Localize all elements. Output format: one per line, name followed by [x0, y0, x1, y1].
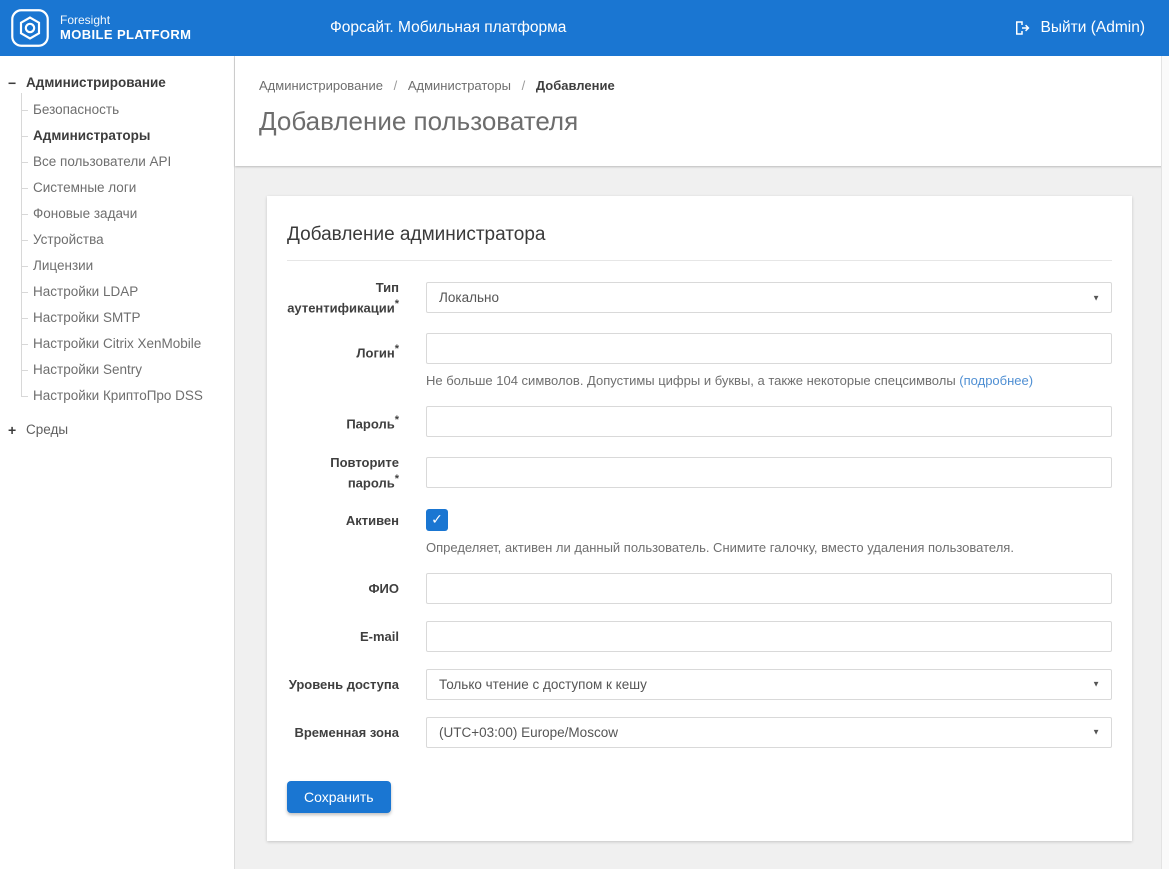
- active-checkbox[interactable]: ✓: [426, 509, 448, 531]
- sidebar-item-api-users[interactable]: Все пользователи API: [0, 149, 234, 175]
- required-asterisk: *: [395, 343, 399, 355]
- chevron-down-icon: ▼: [1092, 680, 1100, 689]
- sidebar-item-cryptopro-dss-settings[interactable]: Настройки КриптоПро DSS: [0, 383, 234, 409]
- field-row-full-name: ФИО: [287, 573, 1112, 604]
- required-asterisk: *: [395, 298, 399, 310]
- sidebar-item-system-logs[interactable]: Системные логи: [0, 175, 234, 201]
- full-name-label: ФИО: [287, 580, 399, 597]
- add-admin-card: Добавление администратора Тип аутентифик…: [267, 196, 1132, 841]
- chevron-down-icon: ▼: [1092, 293, 1100, 302]
- auth-type-value: Локально: [439, 290, 499, 305]
- password-label: Пароль*: [287, 412, 399, 432]
- email-input[interactable]: [426, 621, 1112, 652]
- sidebar-item-sentry-settings[interactable]: Настройки Sentry: [0, 357, 234, 383]
- main-content: Администрирование / Администраторы / Доб…: [235, 56, 1169, 869]
- app-header: Foresight MOBILE PLATFORM Форсайт. Мобил…: [0, 0, 1169, 56]
- vertical-scrollbar[interactable]: [1161, 56, 1169, 869]
- access-level-label: Уровень доступа: [287, 676, 399, 693]
- breadcrumb: Администрирование / Администраторы / Доб…: [259, 78, 1169, 93]
- breadcrumb-separator: /: [387, 78, 405, 93]
- sign-out-icon: [1013, 19, 1031, 37]
- sidebar-item-background-tasks[interactable]: Фоновые задачи: [0, 201, 234, 227]
- field-row-timezone: Временная зона (UTC+03:00) Europe/Moscow…: [287, 717, 1112, 748]
- field-row-active: Активен ✓ Определяет, активен ли данный …: [287, 509, 1112, 556]
- access-level-value: Только чтение с доступом к кешу: [439, 677, 647, 692]
- app-title: Форсайт. Мобильная платформа: [330, 19, 566, 37]
- checkmark-icon: ✓: [431, 511, 443, 528]
- field-row-auth-type: Тип аутентификации* Локально ▼: [287, 279, 1112, 316]
- active-help: Определяет, активен ли данный пользовате…: [426, 539, 1112, 556]
- foresight-logo-icon: [10, 8, 50, 48]
- required-asterisk: *: [395, 414, 399, 426]
- required-asterisk: *: [395, 473, 399, 485]
- sidebar-section-label: Среды: [26, 417, 68, 443]
- sidebar-item-security[interactable]: Безопасность: [0, 97, 234, 123]
- sidebar-item-ldap-settings[interactable]: Настройки LDAP: [0, 279, 234, 305]
- card-title: Добавление администратора: [287, 216, 1112, 261]
- breadcrumb-administrators[interactable]: Администраторы: [408, 78, 511, 93]
- timezone-label: Временная зона: [287, 724, 399, 741]
- chevron-down-icon: ▼: [1092, 728, 1100, 737]
- sidebar: − Администрирование Безопасность Админис…: [0, 56, 235, 869]
- expand-icon[interactable]: +: [8, 417, 24, 443]
- sidebar-item-administrators[interactable]: Администраторы: [0, 123, 234, 149]
- breadcrumb-current: Добавление: [536, 78, 615, 93]
- breadcrumb-administration[interactable]: Администрирование: [259, 78, 383, 93]
- auth-type-label: Тип аутентификации*: [287, 279, 399, 316]
- sidebar-item-licenses[interactable]: Лицензии: [0, 253, 234, 279]
- field-row-password-repeat: Повторите пароль*: [287, 454, 1112, 491]
- logout-label: Выйти (Admin): [1041, 19, 1145, 37]
- logo-line1: Foresight: [60, 13, 191, 27]
- login-help: Не больше 104 символов. Допустимы цифры …: [426, 372, 1112, 389]
- timezone-select[interactable]: (UTC+03:00) Europe/Moscow ▼: [426, 717, 1112, 748]
- sidebar-section-label: Администрирование: [26, 70, 166, 96]
- login-input[interactable]: [426, 333, 1112, 364]
- field-row-email: E-mail: [287, 621, 1112, 652]
- password-repeat-label: Повторите пароль*: [287, 454, 399, 491]
- logo-text: Foresight MOBILE PLATFORM: [60, 13, 191, 43]
- sidebar-item-devices[interactable]: Устройства: [0, 227, 234, 253]
- sidebar-item-smtp-settings[interactable]: Настройки SMTP: [0, 305, 234, 331]
- page-title: Добавление пользователя: [259, 106, 1169, 137]
- access-level-select[interactable]: Только чтение с доступом к кешу ▼: [426, 669, 1112, 700]
- sidebar-section-administration[interactable]: − Администрирование: [0, 70, 234, 96]
- breadcrumb-separator: /: [515, 78, 533, 93]
- sidebar-section-environments[interactable]: + Среды: [0, 417, 234, 443]
- timezone-value: (UTC+03:00) Europe/Moscow: [439, 725, 618, 740]
- login-label: Логин*: [287, 333, 399, 389]
- save-button[interactable]: Сохранить: [287, 781, 391, 813]
- full-name-input[interactable]: [426, 573, 1112, 604]
- password-input[interactable]: [426, 406, 1112, 437]
- email-label: E-mail: [287, 628, 399, 645]
- logo-line2: MOBILE PLATFORM: [60, 27, 191, 43]
- sidebar-subnav: Безопасность Администраторы Все пользова…: [0, 97, 234, 409]
- active-label: Активен: [287, 509, 399, 556]
- auth-type-select[interactable]: Локально ▼: [426, 282, 1112, 313]
- password-repeat-input[interactable]: [426, 457, 1112, 488]
- sidebar-item-citrix-xenmobile-settings[interactable]: Настройки Citrix XenMobile: [0, 331, 234, 357]
- field-row-password: Пароль*: [287, 406, 1112, 437]
- page-header-band: Администрирование / Администраторы / Доб…: [235, 56, 1169, 166]
- field-row-login: Логин* Не больше 104 символов. Допустимы…: [287, 333, 1112, 389]
- field-row-access-level: Уровень доступа Только чтение с доступом…: [287, 669, 1112, 700]
- logout-button[interactable]: Выйти (Admin): [1013, 19, 1145, 37]
- login-help-more-link[interactable]: (подробнее): [959, 373, 1033, 388]
- logo: Foresight MOBILE PLATFORM: [10, 8, 191, 48]
